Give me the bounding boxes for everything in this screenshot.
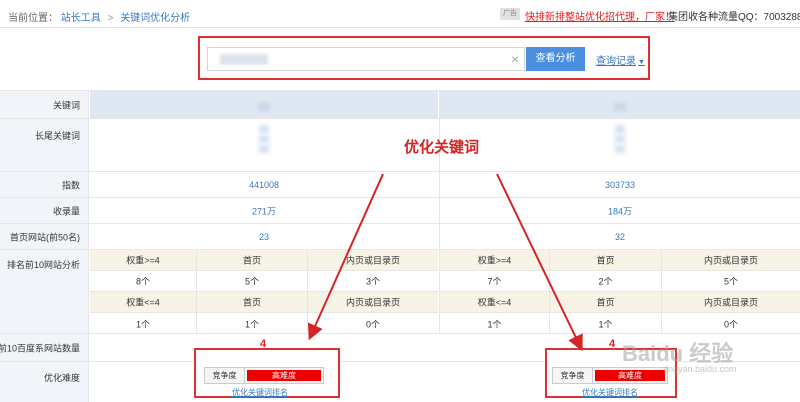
analyze-button[interactable]: 查看分析 [526,47,585,71]
competition-bar-a: 高难度 [247,370,321,381]
label-baidu-count: 前10百度系网站数量 [0,334,89,361]
top-bar: 当前位置： 站长工具 > 关键词优化分析 广告 快排新排整站优化招代理，厂家！ … [0,0,800,28]
blurred-query [220,54,268,65]
top10-b-row2: 1个 1个 0个 [440,313,800,334]
keyword-cell-a [90,91,438,118]
breadcrumb-separator: > [107,13,114,24]
promo-link[interactable]: 快排新排整站优化招代理，厂家！ [525,8,675,23]
clear-icon[interactable]: × [511,51,519,67]
competition-label-a: 竞争度 [205,368,245,383]
indexed-value-b[interactable]: 184万 [440,204,800,217]
optimize-ranking-link-b[interactable]: 优化关键词排名 [582,387,638,398]
breadcrumb-prefix: 当前位置： [8,13,58,24]
first-page-cell-a: 23 [90,224,438,249]
top10-a-header2: 权重<=4 首页 内页或目录页 [90,292,438,313]
competition-label-b: 竞争度 [553,368,593,383]
indexed-value-a[interactable]: 271万 [90,204,438,217]
competition-meter-a: 竞争度 高难度 [204,367,324,384]
index-cell-a: 441008 [90,172,438,197]
baidu-count-b: 4 [609,338,616,350]
analysis-table: 关键词 长尾关键词 指数 441008 303733 收录量 271万 184万… [0,90,800,402]
chevron-down-icon: ▼ [638,59,645,66]
competition-bar-b: 高难度 [595,370,665,381]
history-label: 查询记录 [596,56,636,67]
row-longtail: 长尾关键词 [0,119,800,172]
index-value-a[interactable]: 441008 [90,180,438,190]
breadcrumb-root-link[interactable]: 站长工具 [61,13,101,24]
top10-a-row2: 1个 1个 0个 [90,313,438,334]
indexed-cell-a: 271万 [90,198,438,223]
search-input[interactable]: × [207,47,525,71]
top10-table-b: 权重>=4 首页 内页或目录页 7个 2个 5个 权重<=4 首页 内页或目录页… [439,250,800,334]
index-value-b[interactable]: 303733 [440,180,800,190]
label-first-page: 首页网站(前50名) [0,224,89,249]
ad-badge: 广告 [500,8,520,20]
qq-contact: 集团收各种流量QQ：7003288 [668,12,800,23]
top10-b-header1: 权重>=4 首页 内页或目录页 [440,250,800,271]
row-keyword: 关键词 [0,91,800,119]
label-keyword: 关键词 [0,91,89,118]
breadcrumb: 当前位置： 站长工具 > 关键词优化分析 [8,9,190,24]
top10-a-header1: 权重>=4 首页 内页或目录页 [90,250,438,271]
label-difficulty: 优化难度 [0,362,89,402]
index-cell-b: 303733 [439,172,800,197]
first-page-value-b[interactable]: 32 [440,232,800,242]
label-top10: 排名前10网站分析 [0,250,89,333]
watermark-sub: jingyan.baidu.com [664,364,737,374]
top10-table-a: 权重>=4 首页 内页或目录页 8个 5个 3个 权重<=4 首页 内页或目录页… [90,250,438,334]
row-top10: 排名前10网站分析 权重>=4 首页 内页或目录页 8个 5个 3个 权重<=4… [0,250,800,334]
top10-a-row1: 8个 5个 3个 [90,271,438,292]
label-indexed: 收录量 [0,198,89,223]
longtail-cell-a [90,119,438,171]
keyword-cell-b [439,91,800,118]
first-page-cell-b: 32 [439,224,800,249]
row-first-page: 首页网站(前50名) 23 32 [0,224,800,250]
baidu-count-a: 4 [260,338,267,350]
row-index: 指数 441008 303733 [0,172,800,198]
label-longtail: 长尾关键词 [0,119,89,171]
first-page-value-a[interactable]: 23 [90,232,438,242]
competition-meter-b: 竞争度 高难度 [552,367,668,384]
top10-b-row1: 7个 2个 5个 [440,271,800,292]
optimize-ranking-link-a[interactable]: 优化关键词排名 [232,387,288,398]
breadcrumb-current-link[interactable]: 关键词优化分析 [120,13,190,24]
annotation-title: 优化关键词 [404,140,480,156]
label-index: 指数 [0,172,89,197]
longtail-cell-b [439,119,800,171]
top10-b-header2: 权重<=4 首页 内页或目录页 [440,292,800,313]
search-highlight-box: × 查看分析 查询记录 ▼ [198,36,650,80]
row-indexed: 收录量 271万 184万 [0,198,800,224]
search-area: × 查看分析 查询记录 ▼ [0,29,800,89]
history-dropdown[interactable]: 查询记录 ▼ [596,52,645,67]
indexed-cell-b: 184万 [439,198,800,223]
